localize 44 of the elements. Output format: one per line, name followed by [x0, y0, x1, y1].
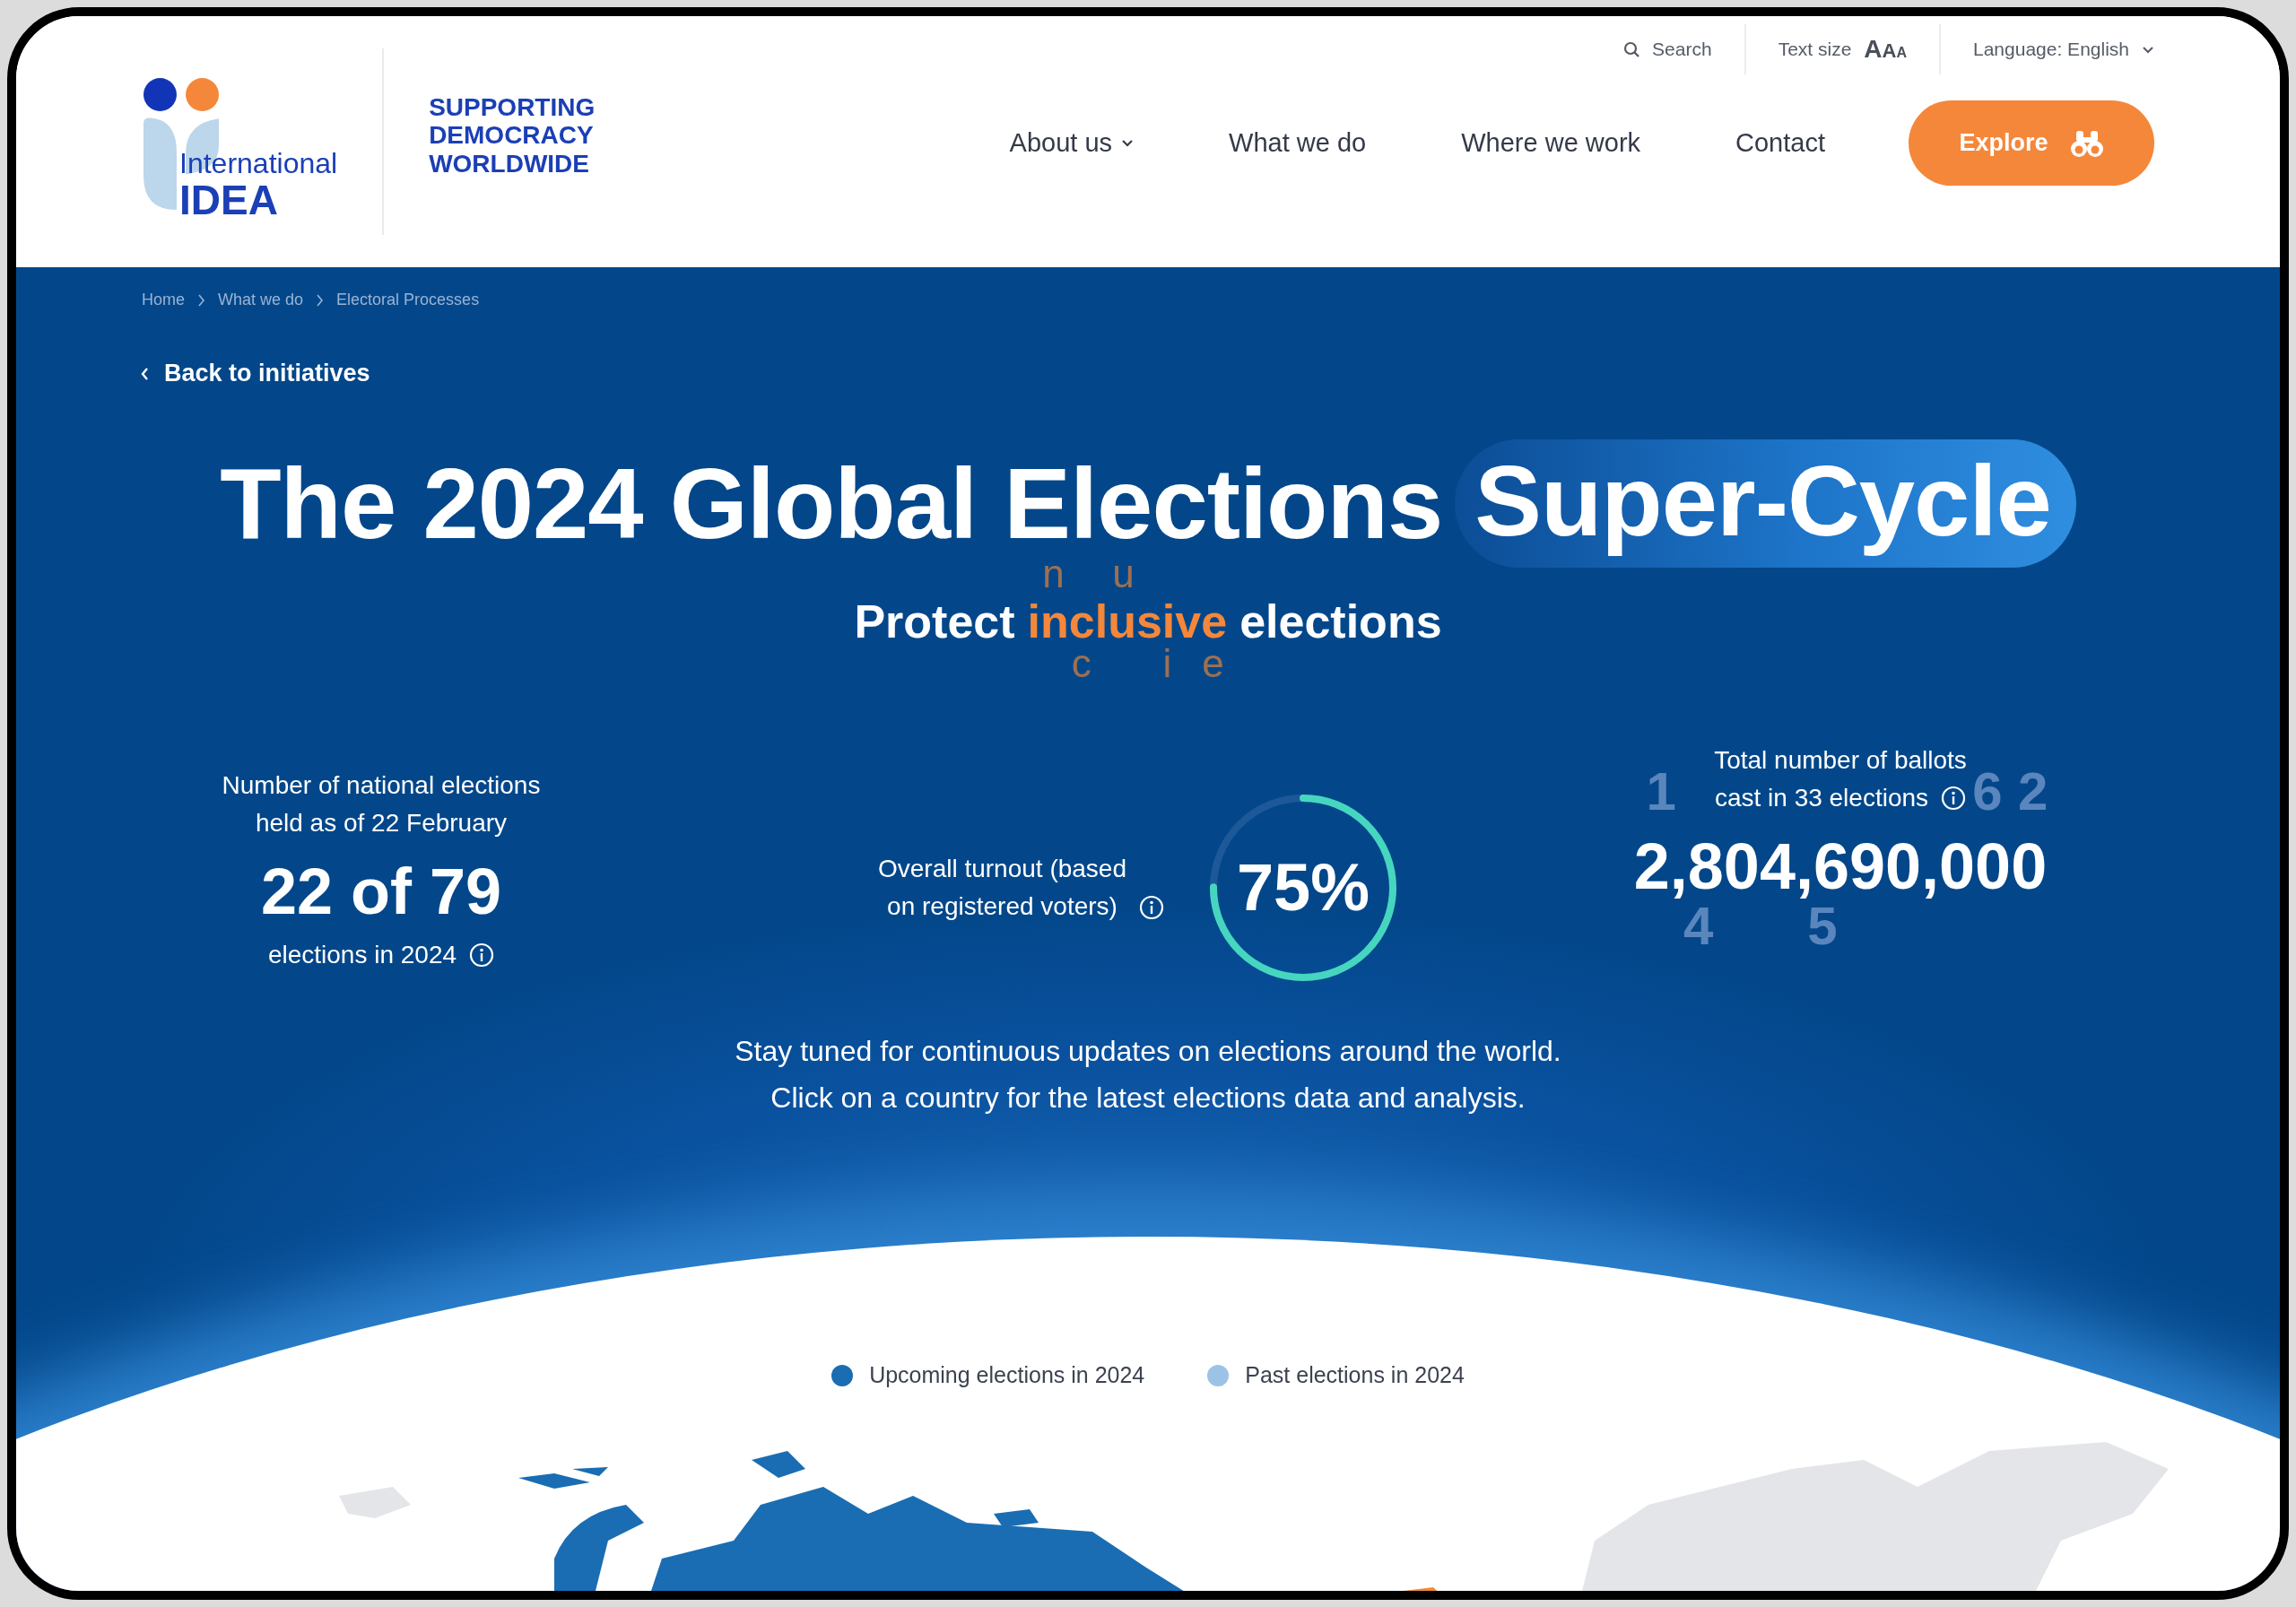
logo-text[interactable]: IDEA: [179, 179, 338, 221]
intro-text: Click on a country for the latest elections data and analysis.: [770, 1081, 1526, 1116]
logo-text[interactable]: International: [179, 147, 338, 179]
stat-label: cast in 33 elections: [1714, 783, 1929, 813]
breadcrumb-link[interactable]: What we do: [218, 291, 304, 309]
scrolling-digit: 6: [1972, 765, 2003, 819]
nav-link[interactable]: Where we work: [1413, 128, 1689, 158]
chevron-left-icon: [140, 366, 150, 381]
nav-link[interactable]: What we do: [1181, 128, 1414, 158]
info-icon[interactable]: [469, 942, 495, 968]
info-icon[interactable]: [1139, 895, 1164, 920]
intro-text: Stay tuned for continuous updates on elections around the world.: [735, 1034, 1561, 1069]
nav-link[interactable]: Contact: [1688, 128, 1873, 158]
stat-note: elections in 2024: [267, 941, 457, 969]
title-highlight: Super-Cycle: [1455, 439, 2076, 568]
search-label: Search: [1652, 39, 1712, 60]
legend-label: Past elections in 2024: [1245, 1362, 1465, 1388]
stat-label: Total number of ballots: [1714, 745, 1967, 776]
stat-value: 22 of 79: [260, 855, 502, 928]
tagline-text: DEMOCRACY: [429, 121, 595, 150]
chevron-right-icon: [316, 293, 325, 307]
scrolling-digit: 1: [1646, 765, 1676, 819]
breadcrumb-link[interactable]: Home: [142, 291, 185, 309]
tagline-text: WORLDWIDE: [429, 149, 590, 178]
search-link[interactable]: Search: [1591, 24, 1744, 74]
chevron-right-icon: [197, 293, 205, 307]
binoculars-icon: [2069, 128, 2104, 158]
stat-label: Overall turnout (based on registered voters): [877, 854, 1126, 922]
info-icon[interactable]: [1941, 786, 1967, 811]
stat-label: Number of national elections held as of 22 February: [222, 770, 541, 838]
subtitle-text: elections: [1239, 595, 1442, 648]
legend-label: Upcoming elections in 2024: [869, 1362, 1145, 1388]
tagline-text: SUPPORTING: [429, 92, 596, 122]
language-selector[interactable]: Language: English: [1939, 24, 2154, 74]
breadcrumb-link[interactable]: Electoral Processes: [336, 291, 480, 309]
stat-value: 75%: [1235, 849, 1371, 925]
text-size-button[interactable]: AAA: [1864, 35, 1907, 64]
text-size-label: Text size: [1778, 39, 1852, 60]
chevron-down-icon: [2142, 44, 2154, 55]
nav-link[interactable]: About us: [961, 128, 1182, 158]
back-link[interactable]: Back to initiatives: [140, 360, 370, 387]
search-icon[interactable]: [1623, 41, 1640, 57]
scrolling-digit: 2: [2018, 765, 2048, 819]
subtitle-text: Protect: [854, 595, 1015, 648]
